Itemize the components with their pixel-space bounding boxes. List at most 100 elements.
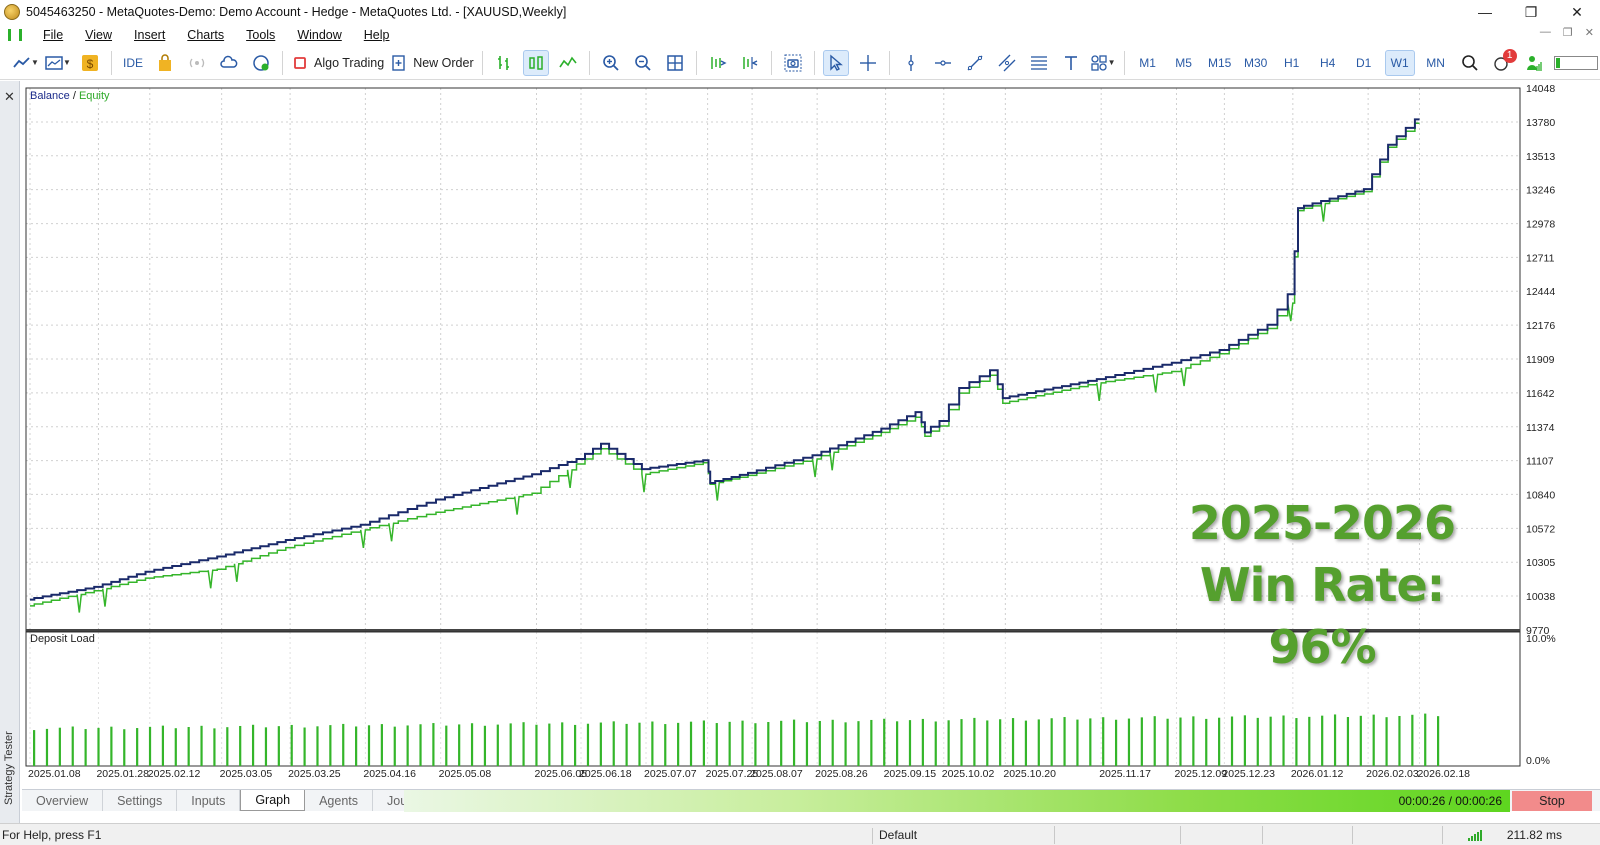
x-tick-label: 2025.07.07 (644, 768, 697, 780)
new-chart-button[interactable]: ▼ (13, 50, 39, 76)
menu-tools[interactable]: Tools (235, 28, 286, 42)
menu-file[interactable]: File (32, 28, 74, 42)
tab-graph[interactable]: Graph (240, 790, 306, 811)
toolbar-separator (770, 50, 772, 75)
deposit-load-bar (896, 721, 899, 766)
tab-inputs[interactable]: Inputs (177, 790, 241, 811)
deposit-load-bar (1282, 715, 1285, 766)
deposit-load-bar (986, 720, 989, 766)
notification-badge: 1 (1502, 48, 1517, 63)
backtest-chart[interactable]: 14048 13780 13513 13246 12978 12711 12444 12176… (22, 84, 1600, 789)
candlestick-icon (528, 55, 543, 70)
profile-name[interactable]: Default (872, 828, 917, 844)
strategy-tester-side-panel: ✕ Strategy Tester (0, 81, 20, 823)
tab-agents[interactable]: Agents (305, 790, 373, 811)
screenshot-button[interactable] (780, 50, 806, 76)
fibonacci-button[interactable] (1026, 50, 1052, 76)
timeframe-m15[interactable]: M15 (1205, 50, 1235, 76)
horizontal-line-icon (934, 59, 951, 66)
vps-button[interactable] (216, 50, 242, 76)
win-rate-overlay: 2025-2026 Win Rate: 96% (1142, 492, 1502, 678)
channel-button[interactable] (994, 50, 1020, 76)
timeframe-m30[interactable]: M30 (1241, 50, 1271, 76)
text-button[interactable] (1058, 50, 1084, 76)
menu-charts[interactable]: Charts (176, 28, 235, 42)
autoscroll-icon (710, 56, 727, 69)
trendline-button[interactable] (962, 50, 988, 76)
candlestick-button[interactable] (522, 49, 549, 76)
mdi-minimize-icon[interactable]: — (1540, 26, 1551, 39)
timeframe-h1[interactable]: H1 (1277, 50, 1307, 76)
notifications-button[interactable]: 1 (1489, 48, 1517, 76)
deposit-button[interactable]: $ (77, 50, 103, 76)
menu-insert[interactable]: Insert (123, 28, 176, 42)
stop-button[interactable]: Stop (1512, 791, 1592, 811)
shapes-icon (1091, 54, 1107, 71)
channel-icon (998, 54, 1016, 71)
deposit-load-bar (290, 724, 293, 766)
bar-chart-button[interactable] (491, 50, 517, 76)
minimize-button[interactable]: — (1462, 0, 1508, 24)
vertical-line-button[interactable] (898, 50, 924, 76)
deposit-load-bar (84, 729, 87, 766)
deposit-load-bar (1127, 718, 1131, 766)
menu-view[interactable]: View (74, 28, 123, 42)
y-tick-label: 13246 (1526, 185, 1555, 197)
x-tick-label: 2025.01.08 (28, 768, 81, 780)
search-button[interactable] (1457, 50, 1483, 76)
menu-window[interactable]: Window (286, 28, 352, 42)
deposit-load-bar (1037, 719, 1040, 766)
ide-button[interactable]: IDE (120, 50, 146, 76)
signals-button[interactable] (184, 50, 210, 76)
deposit-load-bar (1346, 717, 1350, 766)
mdi-close-icon[interactable]: ✕ (1585, 26, 1594, 39)
y-tick-label: 13780 (1526, 117, 1555, 129)
chart-shift-button[interactable] (737, 50, 763, 76)
zoom-out-button[interactable] (630, 50, 656, 76)
zoom-in-button[interactable] (598, 50, 624, 76)
tile-windows-button[interactable] (662, 50, 688, 76)
timeframe-m5[interactable]: M5 (1169, 50, 1199, 76)
close-window-button[interactable]: ✕ (1554, 0, 1600, 24)
y-tick-label: 10572 (1526, 523, 1555, 535)
x-tick-label: 2025.10.02 (942, 768, 995, 780)
x-tick-label: 2025.10.20 (1003, 768, 1056, 780)
templates-button[interactable]: ▼ (45, 50, 71, 76)
autoscroll-button[interactable] (705, 50, 731, 76)
deposit-load-bar (1102, 717, 1105, 766)
connection-indicator[interactable] (1521, 50, 1547, 76)
timeframe-mn[interactable]: MN (1421, 50, 1451, 76)
market-button[interactable] (152, 50, 178, 76)
algo-trading-button[interactable]: Algo Trading (291, 50, 384, 76)
horizontal-line-button[interactable] (930, 50, 956, 76)
toolbar-separator (888, 50, 890, 75)
deposit-load-bar (393, 726, 396, 766)
mdi-restore-icon[interactable]: ❐ (1563, 26, 1573, 39)
restore-button[interactable]: ❐ (1508, 0, 1554, 24)
y-tick-label: 13513 (1526, 151, 1555, 163)
help-hint: For Help, press F1 (2, 828, 102, 842)
tab-settings[interactable]: Settings (103, 790, 178, 811)
timeframe-d1[interactable]: D1 (1349, 50, 1379, 76)
deposit-load-bar (1333, 714, 1337, 766)
menu-help[interactable]: Help (353, 28, 401, 42)
deposit-load-bar (264, 727, 268, 766)
tab-overview[interactable]: Overview (22, 790, 104, 811)
timeframe-m1[interactable]: M1 (1133, 50, 1163, 76)
deposit-load-bar (1076, 719, 1079, 766)
timeframe-h4[interactable]: H4 (1313, 50, 1343, 76)
deposit-load-bar (1218, 717, 1221, 766)
shapes-button[interactable]: ▼ (1090, 50, 1116, 76)
timeframe-w1[interactable]: W1 (1384, 49, 1415, 76)
cursor-button[interactable] (822, 49, 849, 76)
crosshair-button[interactable] (855, 50, 881, 76)
deposit-load-bar (58, 727, 61, 766)
cloud-icon (220, 55, 238, 68)
new-order-button[interactable]: New Order (390, 50, 474, 76)
line-chart-button[interactable] (555, 50, 581, 76)
deposit-load-bar (148, 726, 152, 766)
community-button[interactable] (248, 50, 274, 76)
deposit-axis-ticks: 10.0% 0.0% (1526, 633, 1556, 767)
close-panel-icon[interactable]: ✕ (4, 89, 15, 105)
x-axis-ticks: 2025.01.08 2025.01.282025.02.12 2025.03.05… (28, 768, 1470, 780)
